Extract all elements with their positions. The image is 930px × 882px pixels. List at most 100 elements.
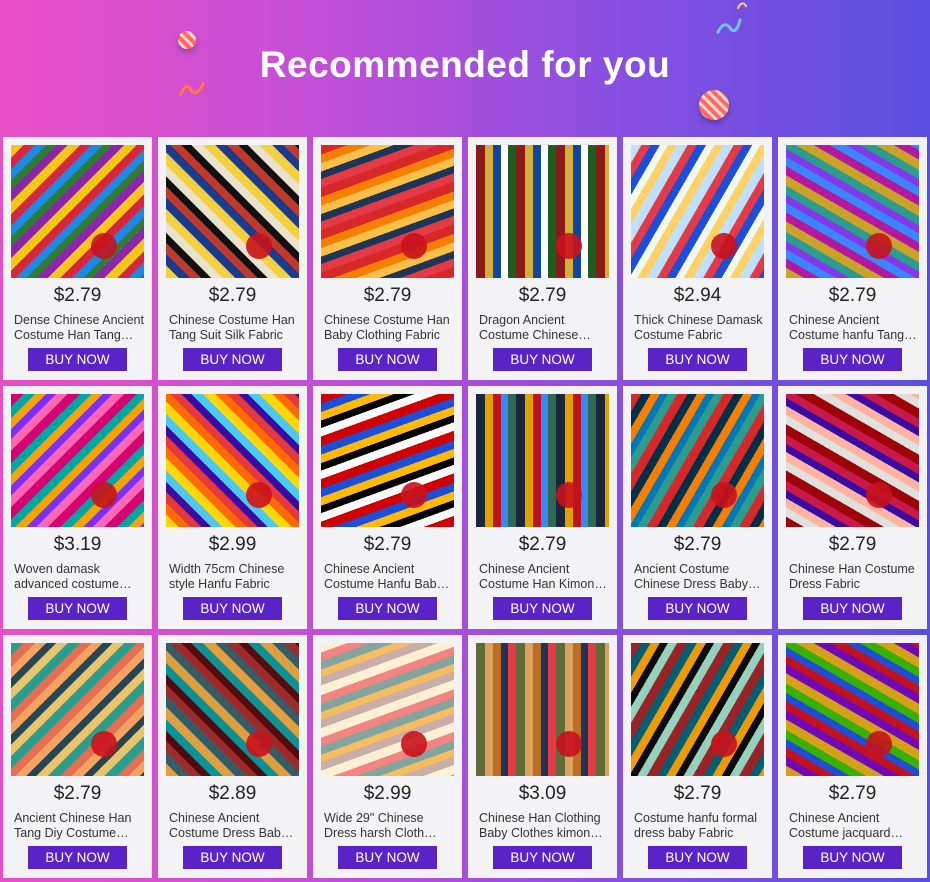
- buy-now-button[interactable]: BUY NOW: [648, 846, 747, 869]
- product-name[interactable]: Ancient Costume Chinese Dress Baby Fabri…: [634, 562, 764, 592]
- product-name[interactable]: Chinese Ancient Costume Han Kimono Fabri…: [479, 562, 609, 592]
- seal-stamp-icon: [91, 731, 117, 757]
- product-name[interactable]: Chinese Han Costume Dress Fabric: [789, 562, 919, 592]
- product-image[interactable]: [11, 643, 144, 776]
- decorative-squiggle-icon: [716, 18, 742, 34]
- product-image[interactable]: [786, 145, 919, 278]
- product-name[interactable]: Chinese Costume Han Baby Clothing Fabric: [324, 313, 454, 343]
- product-card[interactable]: $2.79 Costume hanfu formal dress baby Fab…: [623, 635, 772, 878]
- buy-now-button[interactable]: BUY NOW: [648, 597, 747, 620]
- product-price: $2.79: [518, 534, 567, 555]
- product-name[interactable]: Costume hanfu formal dress baby Fabric: [634, 811, 764, 841]
- product-image[interactable]: [786, 643, 919, 776]
- seal-stamp-icon: [401, 482, 427, 508]
- product-image[interactable]: [321, 394, 454, 527]
- buy-now-button[interactable]: BUY NOW: [183, 846, 282, 869]
- product-price: $2.79: [363, 534, 412, 555]
- product-image[interactable]: [11, 394, 144, 527]
- product-name[interactable]: Chinese Ancient Costume Hanfu Baby Fabri…: [324, 562, 454, 592]
- product-card[interactable]: $3.19 Woven damask advanced costume fabri…: [3, 386, 152, 629]
- product-name[interactable]: Chinese Ancient Costume jacquard Fabric: [789, 811, 919, 841]
- buy-now-button[interactable]: BUY NOW: [28, 597, 127, 620]
- seal-stamp-icon: [401, 731, 427, 757]
- product-price: $2.79: [673, 534, 722, 555]
- buy-now-button[interactable]: BUY NOW: [338, 348, 437, 371]
- seal-stamp-icon: [401, 233, 427, 259]
- buy-now-button[interactable]: BUY NOW: [493, 348, 592, 371]
- product-card[interactable]: $2.79 Chinese Ancient Costume Hanfu Baby …: [313, 386, 462, 629]
- product-name[interactable]: Dragon Ancient Costume Chinese Fabric: [479, 313, 609, 343]
- product-price: $2.79: [673, 783, 722, 804]
- product-card[interactable]: $2.79 Chinese Ancient Costume jacquard Fa…: [778, 635, 927, 878]
- product-card[interactable]: $2.79 Chinese Costume Han Tang Suit Silk …: [158, 137, 307, 380]
- product-name[interactable]: Chinese Costume Han Tang Suit Silk Fabri…: [169, 313, 299, 343]
- product-card[interactable]: $2.79 Ancient Chinese Han Tang Diy Costum…: [3, 635, 152, 878]
- product-price: $2.79: [828, 783, 877, 804]
- seal-stamp-icon: [556, 482, 582, 508]
- product-card[interactable]: $2.79 Dense Chinese Ancient Costume Han T…: [3, 137, 152, 380]
- product-image[interactable]: [321, 643, 454, 776]
- product-image[interactable]: [786, 394, 919, 527]
- product-card[interactable]: $3.09 Chinese Han Clothing Baby Clothes k…: [468, 635, 617, 878]
- decorative-ball-icon: [699, 90, 729, 120]
- product-image[interactable]: [166, 394, 299, 527]
- seal-stamp-icon: [91, 233, 117, 259]
- buy-now-button[interactable]: BUY NOW: [28, 846, 127, 869]
- product-card[interactable]: $2.99 Wide 29" Chinese Dress harsh Cloth …: [313, 635, 462, 878]
- product-card[interactable]: $2.99 Width 75cm Chinese style Hanfu Fabr…: [158, 386, 307, 629]
- product-name[interactable]: Width 75cm Chinese style Hanfu Fabric: [169, 562, 299, 592]
- product-price: $2.79: [518, 285, 567, 306]
- product-name[interactable]: Ancient Chinese Han Tang Diy Costume Fab…: [14, 811, 144, 841]
- seal-stamp-icon: [556, 731, 582, 757]
- product-image[interactable]: [631, 145, 764, 278]
- product-image[interactable]: [11, 145, 144, 278]
- product-image[interactable]: [631, 643, 764, 776]
- product-image[interactable]: [166, 145, 299, 278]
- product-card[interactable]: $2.79 Chinese Ancient Costume Han Kimono …: [468, 386, 617, 629]
- product-name[interactable]: Dense Chinese Ancient Costume Han Tang F…: [14, 313, 144, 343]
- product-price: $2.79: [363, 285, 412, 306]
- product-image[interactable]: [166, 643, 299, 776]
- buy-now-button[interactable]: BUY NOW: [803, 846, 902, 869]
- buy-now-button[interactable]: BUY NOW: [183, 597, 282, 620]
- buy-now-button[interactable]: BUY NOW: [803, 597, 902, 620]
- product-name[interactable]: Chinese Ancient Costume hanfu Tang Fabri…: [789, 313, 919, 343]
- seal-stamp-icon: [866, 233, 892, 259]
- seal-stamp-icon: [91, 482, 117, 508]
- buy-now-button[interactable]: BUY NOW: [493, 846, 592, 869]
- product-card[interactable]: $2.79 Chinese Ancient Costume hanfu Tang …: [778, 137, 927, 380]
- buy-now-button[interactable]: BUY NOW: [493, 597, 592, 620]
- seal-stamp-icon: [711, 233, 737, 259]
- product-name[interactable]: Wide 29" Chinese Dress harsh Cloth Fabri…: [324, 811, 454, 841]
- product-name[interactable]: Thick Chinese Damask Costume Fabric: [634, 313, 764, 343]
- buy-now-button[interactable]: BUY NOW: [338, 846, 437, 869]
- page-title: Recommended for you: [259, 44, 671, 85]
- product-name[interactable]: Woven damask advanced costume fabric: [14, 562, 144, 592]
- product-price: $2.99: [208, 534, 257, 555]
- product-image[interactable]: [476, 394, 609, 527]
- product-price: $2.89: [208, 783, 257, 804]
- product-card[interactable]: $2.79 Chinese Costume Han Baby Clothing F…: [313, 137, 462, 380]
- product-name[interactable]: Chinese Ancient Costume Dress Baby Fabri…: [169, 811, 299, 841]
- buy-now-button[interactable]: BUY NOW: [803, 348, 902, 371]
- buy-now-button[interactable]: BUY NOW: [183, 348, 282, 371]
- seal-stamp-icon: [246, 482, 272, 508]
- product-card[interactable]: $2.79 Chinese Han Costume Dress Fabric BUY…: [778, 386, 927, 629]
- buy-now-button[interactable]: BUY NOW: [338, 597, 437, 620]
- buy-now-button[interactable]: BUY NOW: [648, 348, 747, 371]
- product-card[interactable]: $2.89 Chinese Ancient Costume Dress Baby …: [158, 635, 307, 878]
- product-image[interactable]: [321, 145, 454, 278]
- seal-stamp-icon: [866, 731, 892, 757]
- product-price: $2.99: [363, 783, 412, 804]
- buy-now-button[interactable]: BUY NOW: [28, 348, 127, 371]
- product-card[interactable]: $2.94 Thick Chinese Damask Costume Fabric…: [623, 137, 772, 380]
- product-image[interactable]: [476, 643, 609, 776]
- product-card[interactable]: $2.79 Dragon Ancient Costume Chinese Fabr…: [468, 137, 617, 380]
- product-price: $3.09: [518, 783, 567, 804]
- seal-stamp-icon: [866, 482, 892, 508]
- product-card[interactable]: $2.79 Ancient Costume Chinese Dress Baby …: [623, 386, 772, 629]
- product-image[interactable]: [631, 394, 764, 527]
- product-image[interactable]: [476, 145, 609, 278]
- product-price: $2.79: [53, 285, 102, 306]
- product-name[interactable]: Chinese Han Clothing Baby Clothes kimono…: [479, 811, 609, 841]
